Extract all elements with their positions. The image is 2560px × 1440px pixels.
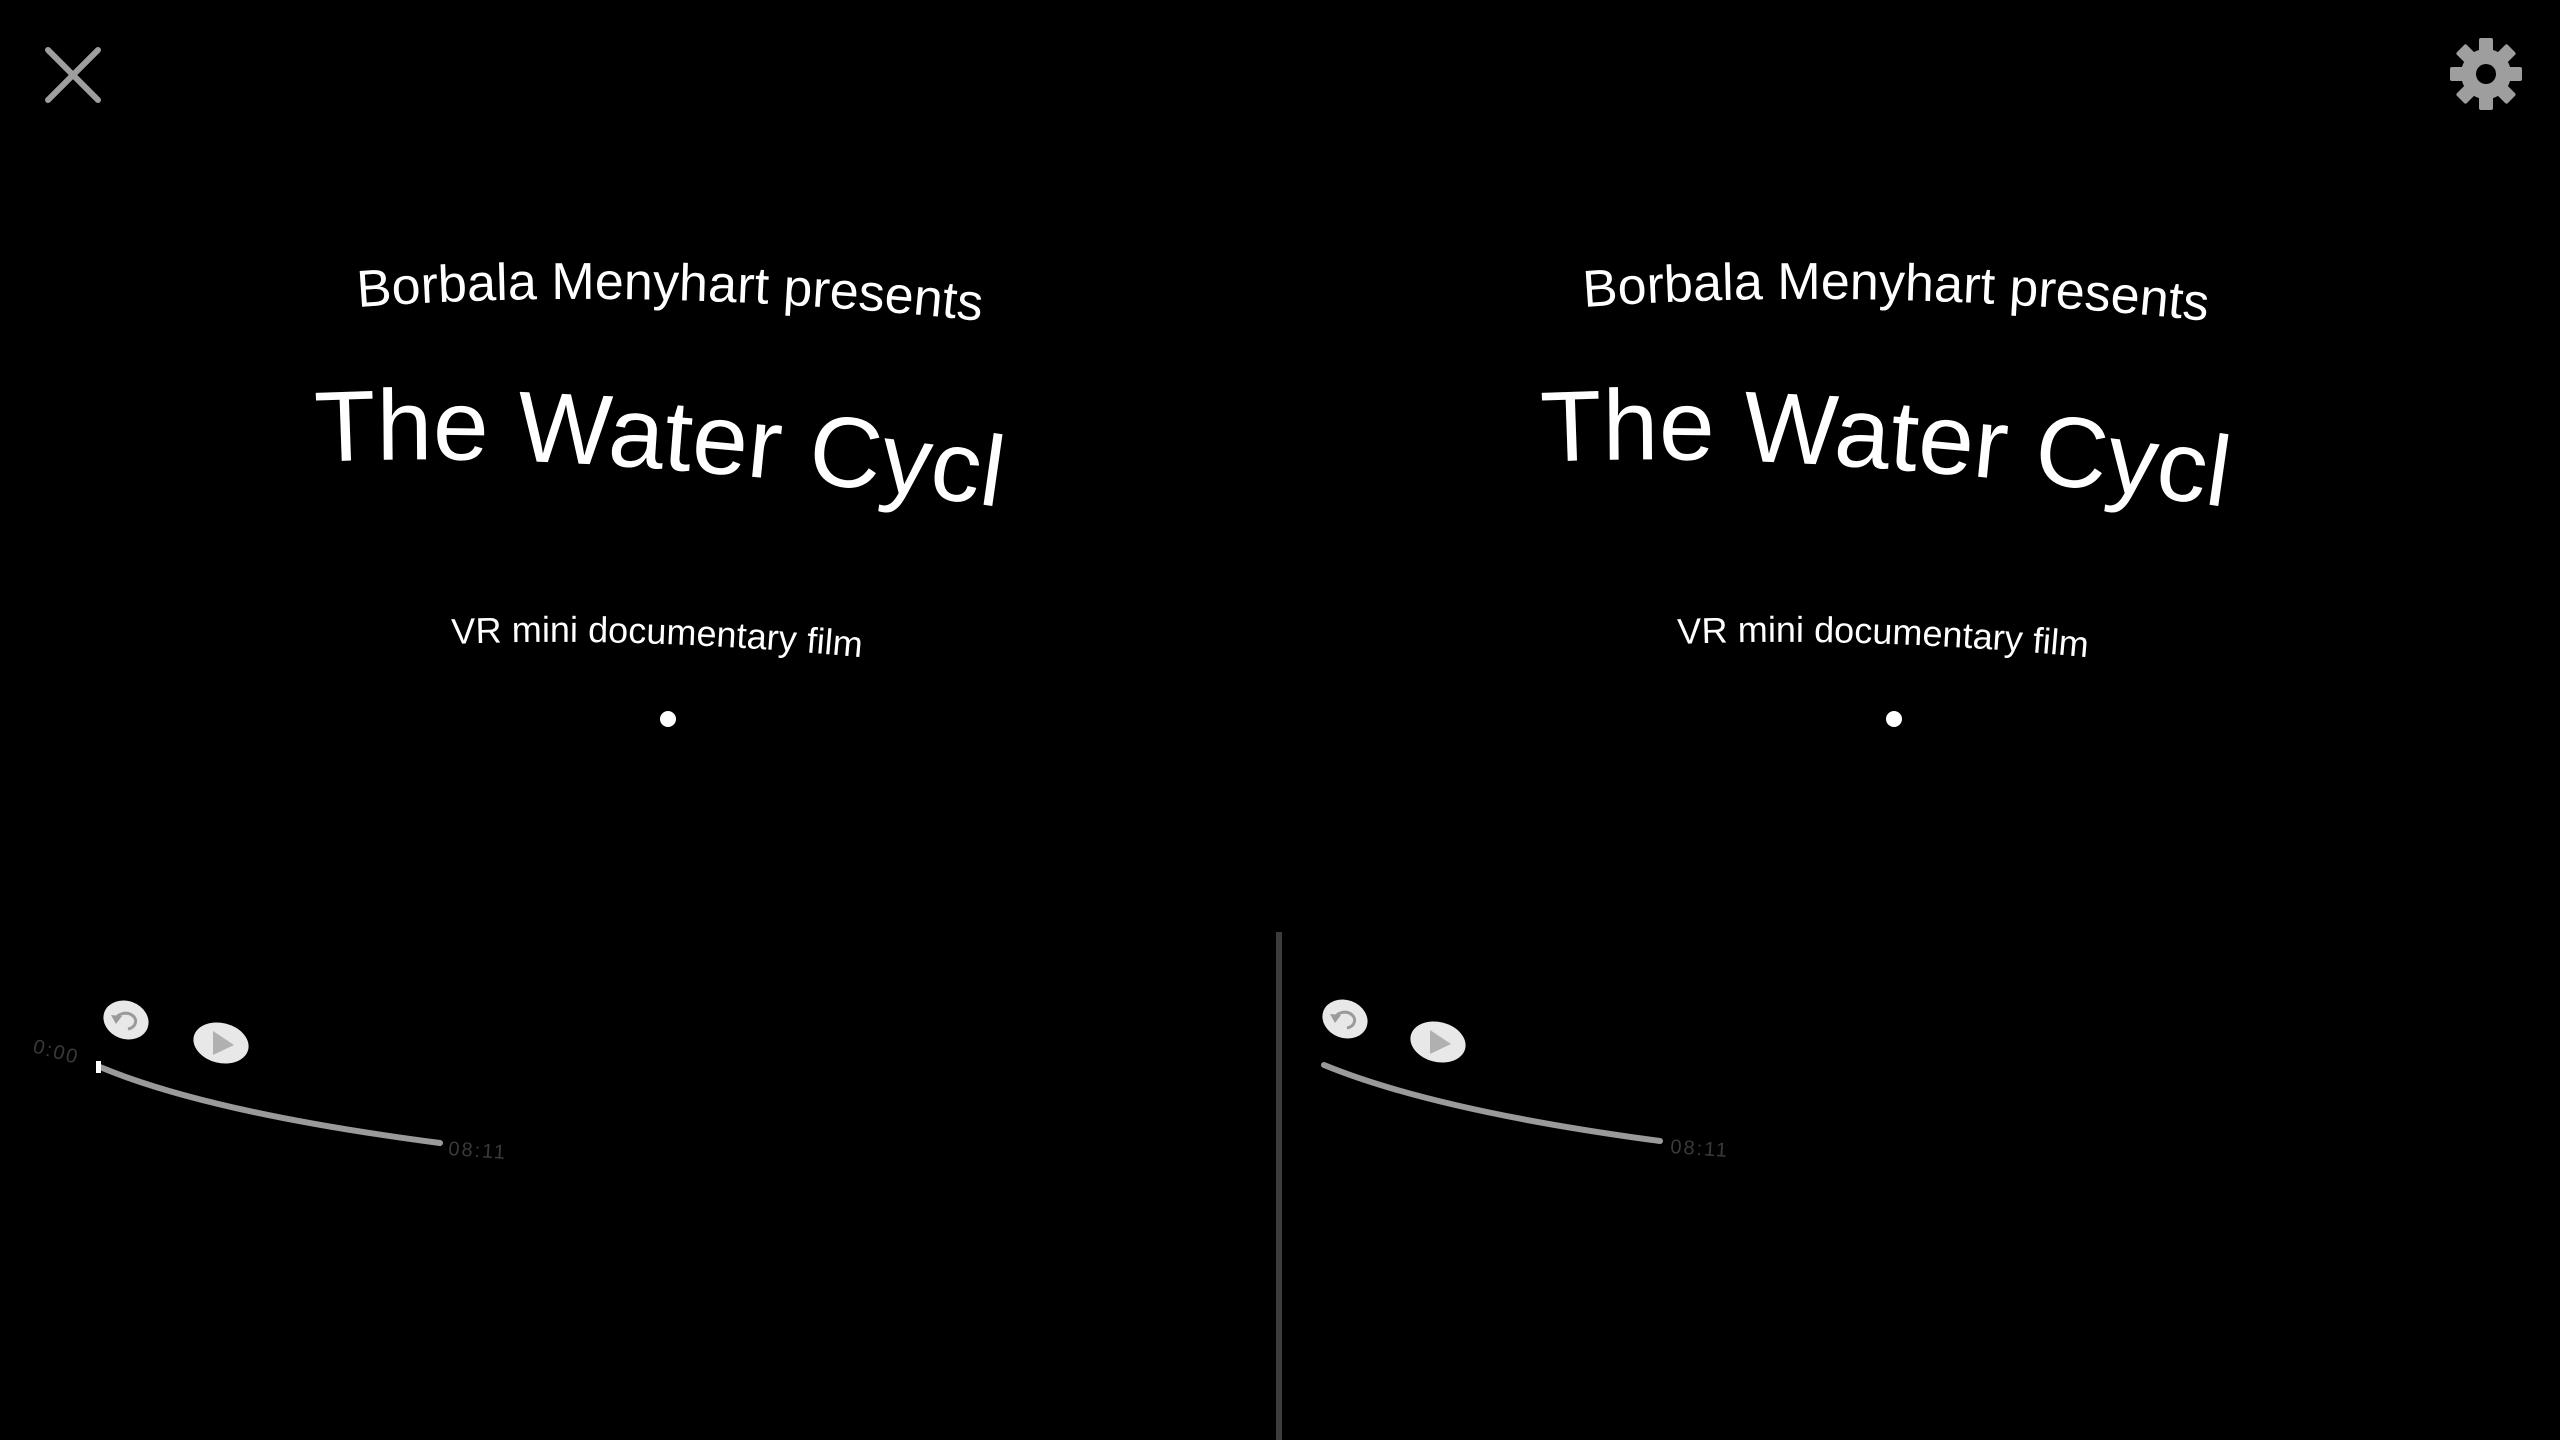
gear-icon <box>2450 38 2522 110</box>
play-button[interactable] <box>189 1017 253 1069</box>
current-time: 0:00 <box>31 1036 82 1069</box>
left-eye-view: Borbala Menyhart presents The Water Cycl… <box>0 0 1280 1440</box>
film-title: The Water Cycle <box>272 300 1050 560</box>
close-icon <box>45 47 101 103</box>
duration: 08:11 <box>448 1138 508 1164</box>
film-title: The Water Cycle <box>1498 300 2276 560</box>
replay-button[interactable] <box>98 994 154 1045</box>
film-subtitle-text: VR mini documentary film <box>1677 609 2091 665</box>
progress-track[interactable] <box>97 1064 443 1146</box>
presenter-text: Borbala Menyhart presents <box>355 253 986 333</box>
film-subtitle-text: VR mini documentary film <box>451 609 865 665</box>
right-eye-view: Borbala Menyhart presents The Water Cycl… <box>1226 0 2506 1440</box>
playback-controls: 0:00 08:11 <box>30 985 550 1165</box>
progress-indicator[interactable] <box>96 1061 101 1073</box>
eye-divider <box>1276 932 1282 1440</box>
gaze-reticle <box>1886 711 1902 727</box>
film-subtitle: VR mini documentary film <box>1666 600 2126 680</box>
gaze-reticle <box>660 711 676 727</box>
presenter-text: Borbala Menyhart presents <box>1581 253 2212 333</box>
playback-controls: 08:11 <box>1256 985 1776 1165</box>
replay-button[interactable] <box>1317 993 1373 1044</box>
play-button[interactable] <box>1406 1016 1470 1068</box>
vr-stereo-view: Borbala Menyhart presents The Water Cycl… <box>0 0 2560 1440</box>
film-subtitle: VR mini documentary film <box>440 600 900 680</box>
progress-track[interactable] <box>1321 1062 1663 1144</box>
settings-button[interactable] <box>2448 36 2524 112</box>
presenter-credit: Borbala Menyhart presents <box>1566 245 2246 355</box>
duration: 08:11 <box>1670 1136 1730 1162</box>
close-button[interactable] <box>40 42 106 108</box>
presenter-credit: Borbala Menyhart presents <box>340 245 1020 355</box>
